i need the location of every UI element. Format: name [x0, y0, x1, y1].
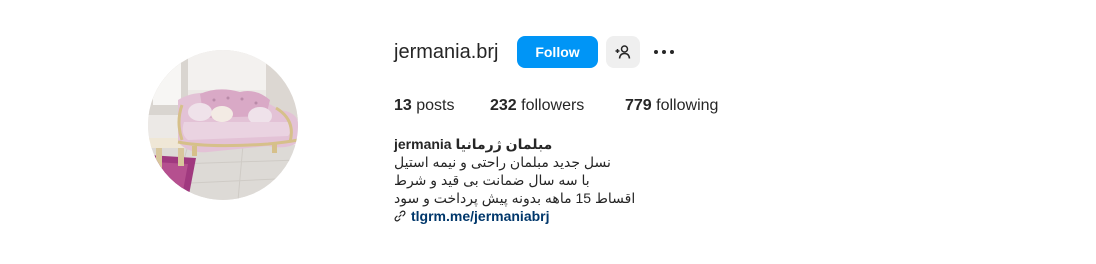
more-options-button[interactable] [650, 38, 678, 66]
suggested-accounts-button[interactable] [606, 36, 640, 68]
link-icon [394, 210, 406, 222]
more-horizontal-icon [654, 50, 674, 54]
bio-full-name: jermania مبلمان ژرمانیا [394, 136, 553, 152]
profile-avatar[interactable] [148, 50, 298, 200]
followers-count: 232 [490, 97, 517, 114]
avatar-sofa-photo [148, 50, 298, 200]
bio-link-text[interactable]: tlgrm.me/jermaniabrj [411, 207, 550, 225]
bio-external-link[interactable]: tlgrm.me/jermaniabrj [394, 207, 635, 225]
posts-stat: 13 posts [394, 96, 455, 116]
profile-bio: jermania مبلمان ژرمانیا نسل جدید مبلمان … [394, 135, 635, 225]
profile-username: jermania.brj [394, 41, 499, 63]
following-stat[interactable]: 779 following [625, 96, 718, 116]
bio-line-1: نسل جدید مبلمان راحتی و نیمه استیل [394, 154, 611, 170]
follow-button[interactable]: Follow [517, 36, 598, 68]
following-count: 779 [625, 97, 652, 114]
bio-line-3: اقساط 15 ماهه بدونه پیش پرداخت و سود [394, 190, 636, 206]
followers-stat[interactable]: 232 followers [490, 96, 584, 116]
followers-label: followers [521, 97, 585, 114]
person-add-icon [615, 45, 631, 59]
posts-count: 13 [394, 97, 412, 114]
following-label: following [656, 97, 719, 114]
posts-label: posts [416, 97, 455, 114]
bio-line-2: با سه سال ضمانت بی قید و شرط [394, 172, 590, 188]
profile-header: jermania.brj Follow 13 posts 232 followe… [0, 0, 1096, 264]
